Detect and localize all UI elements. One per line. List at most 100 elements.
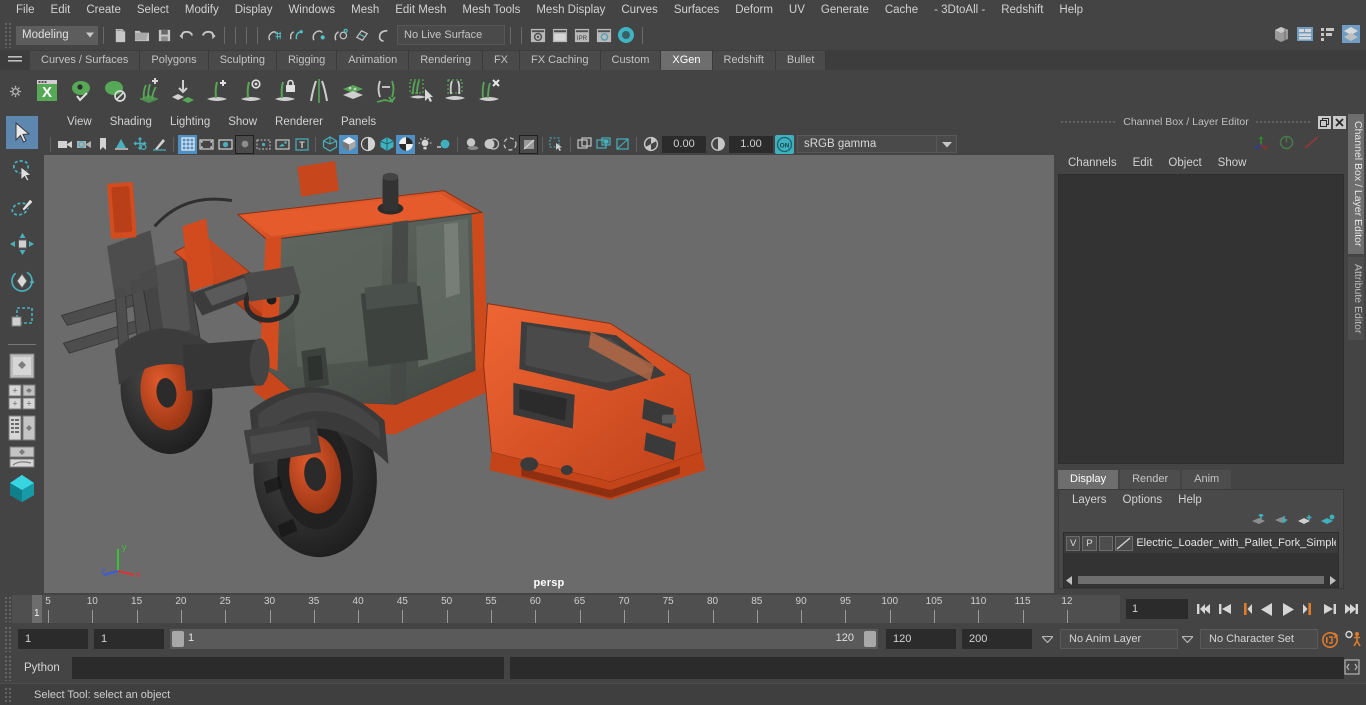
- command-input[interactable]: [72, 657, 504, 679]
- grease-pencil-icon[interactable]: [150, 135, 169, 154]
- layer-list[interactable]: V P Electric_Loader_with_Pallet_Fork_Sim…: [1063, 532, 1339, 588]
- shelf-options-icon[interactable]: [0, 70, 30, 112]
- toggle-render-view-icon[interactable]: [615, 24, 637, 46]
- command-output[interactable]: [510, 657, 1344, 679]
- paint-select-tool[interactable]: [6, 190, 38, 223]
- channel-box-menu-show[interactable]: Show: [1210, 157, 1255, 169]
- shelf-tab-animation[interactable]: Animation: [337, 51, 410, 70]
- xgen-preview-icon[interactable]: [64, 74, 98, 108]
- grid-toggle-icon[interactable]: [178, 134, 197, 154]
- menu-mesh[interactable]: Mesh: [343, 0, 387, 20]
- channel-box-menu-channels[interactable]: Channels: [1060, 157, 1125, 169]
- step-back-keyframe-icon[interactable]: [1215, 598, 1234, 620]
- menu-help[interactable]: Help: [1051, 0, 1091, 20]
- create-new-layer-icon[interactable]: [1298, 514, 1312, 526]
- hypershade-icon[interactable]: [593, 24, 615, 46]
- xgen-editor-icon[interactable]: X: [30, 74, 64, 108]
- menu-cache[interactable]: Cache: [877, 0, 926, 20]
- 2d-pan-zoom-icon[interactable]: [131, 135, 150, 154]
- menu-windows[interactable]: Windows: [280, 0, 343, 20]
- menu-mesh-tools[interactable]: Mesh Tools: [454, 0, 528, 20]
- render-current-frame-icon[interactable]: [527, 24, 549, 46]
- xray-icon[interactable]: [575, 135, 594, 154]
- layer-visibility-toggle[interactable]: V: [1066, 535, 1081, 551]
- open-scene-icon[interactable]: [131, 24, 153, 46]
- xgen-lock-guide-icon[interactable]: [268, 74, 302, 108]
- layer-tab-display[interactable]: Display: [1058, 470, 1119, 489]
- layer-menu-options[interactable]: Options: [1115, 494, 1171, 506]
- menu-uv[interactable]: UV: [781, 0, 813, 20]
- animation-end-field[interactable]: 200: [962, 629, 1032, 649]
- menu-file[interactable]: File: [8, 0, 43, 20]
- layer-row[interactable]: V P Electric_Loader_with_Pallet_Fork_Sim…: [1064, 533, 1338, 553]
- range-slider-grip[interactable]: [4, 626, 12, 652]
- viewport-menu-show[interactable]: Show: [219, 112, 266, 133]
- exposure-field[interactable]: 0.00: [662, 135, 706, 153]
- layer-playback-toggle[interactable]: P: [1082, 535, 1097, 551]
- move-tool[interactable]: [6, 227, 38, 260]
- show-hide-attribute-editor-icon[interactable]: [1294, 23, 1316, 45]
- film-origin-icon[interactable]: [254, 135, 273, 154]
- xray-active-components-icon[interactable]: [594, 135, 613, 154]
- restore-window-icon[interactable]: [1318, 115, 1331, 129]
- outliner-persp-layout[interactable]: [6, 415, 38, 441]
- snap-to-view-planes-icon[interactable]: [351, 24, 373, 46]
- menu-display[interactable]: Display: [227, 0, 281, 20]
- snap-to-curve-icon[interactable]: [285, 24, 307, 46]
- script-editor-icon[interactable]: [1344, 659, 1362, 677]
- isolate-select-icon[interactable]: [547, 135, 566, 154]
- alpha-blend-icon[interactable]: [1303, 135, 1320, 150]
- use-all-lights-icon[interactable]: [434, 135, 453, 154]
- viewport-menu-shading[interactable]: Shading: [101, 112, 161, 133]
- bookmark-icon[interactable]: [93, 135, 112, 154]
- snap-to-grid-icon[interactable]: [263, 24, 285, 46]
- textured-icon[interactable]: [396, 134, 415, 154]
- new-scene-icon[interactable]: [109, 24, 131, 46]
- xgen-select-guide-icon[interactable]: [234, 74, 268, 108]
- xgen-region-mask-icon[interactable]: [438, 74, 472, 108]
- use-default-lighting-icon[interactable]: [415, 135, 434, 154]
- animation-preferences-icon[interactable]: [1342, 628, 1366, 650]
- layer-menu-layers[interactable]: Layers: [1064, 494, 1115, 506]
- layer-color-swatch[interactable]: [1115, 535, 1134, 551]
- motion-blur-icon[interactable]: [500, 135, 519, 154]
- xgen-convert-to-interactive-icon[interactable]: [370, 74, 404, 108]
- help-line-grip[interactable]: [4, 686, 12, 703]
- channel-box-menu-edit[interactable]: Edit: [1125, 157, 1161, 169]
- anim-layer-combo[interactable]: No Anim Layer: [1060, 629, 1178, 649]
- layer-tab-anim[interactable]: Anim: [1182, 470, 1232, 489]
- live-surface-field[interactable]: No Live Surface: [397, 25, 505, 45]
- shelf-tab-custom[interactable]: Custom: [600, 51, 662, 70]
- xray-joints-2-icon[interactable]: [613, 135, 632, 154]
- color-space-dropdown-icon[interactable]: [937, 135, 957, 153]
- scale-tool[interactable]: [6, 301, 38, 334]
- xgen-delete-guide-icon[interactable]: [472, 74, 506, 108]
- save-scene-icon[interactable]: [153, 24, 175, 46]
- show-hide-modeling-toolkit-icon[interactable]: [1271, 23, 1293, 45]
- command-line-grip[interactable]: [4, 655, 12, 681]
- shelf-tab-fx-caching[interactable]: FX Caching: [520, 51, 601, 70]
- xgen-disable-preview-icon[interactable]: [98, 74, 132, 108]
- channel-box-menu-object[interactable]: Object: [1160, 157, 1209, 169]
- viewport-3d-canvas[interactable]: y x z persp: [44, 155, 1054, 593]
- anim-layer-dropdown-icon[interactable]: [1038, 629, 1056, 649]
- select-tool[interactable]: [6, 116, 38, 149]
- shadows-icon[interactable]: [462, 135, 481, 154]
- play-forwards-icon[interactable]: [1278, 598, 1297, 620]
- xgen-import-collection-icon[interactable]: [166, 74, 200, 108]
- manipulator-axis-icon[interactable]: [1253, 135, 1270, 150]
- range-left-handle[interactable]: [172, 631, 184, 647]
- viewport-menu-lighting[interactable]: Lighting: [161, 112, 219, 133]
- go-to-end-icon[interactable]: [1341, 598, 1360, 620]
- range-bar[interactable]: 1 120: [170, 629, 878, 649]
- range-end-field[interactable]: 120: [886, 629, 956, 649]
- animation-start-field[interactable]: 1: [18, 629, 88, 649]
- make-live-icon[interactable]: [373, 24, 395, 46]
- range-start-field[interactable]: 1: [94, 629, 164, 649]
- time-slider-grip[interactable]: [4, 596, 12, 622]
- camera-attributes-icon[interactable]: [74, 135, 93, 154]
- exposure-icon[interactable]: [641, 135, 660, 154]
- shelf-tab-bullet[interactable]: Bullet: [775, 51, 827, 70]
- character-set-dropdown-icon[interactable]: [1178, 629, 1196, 649]
- play-backwards-icon[interactable]: [1257, 598, 1276, 620]
